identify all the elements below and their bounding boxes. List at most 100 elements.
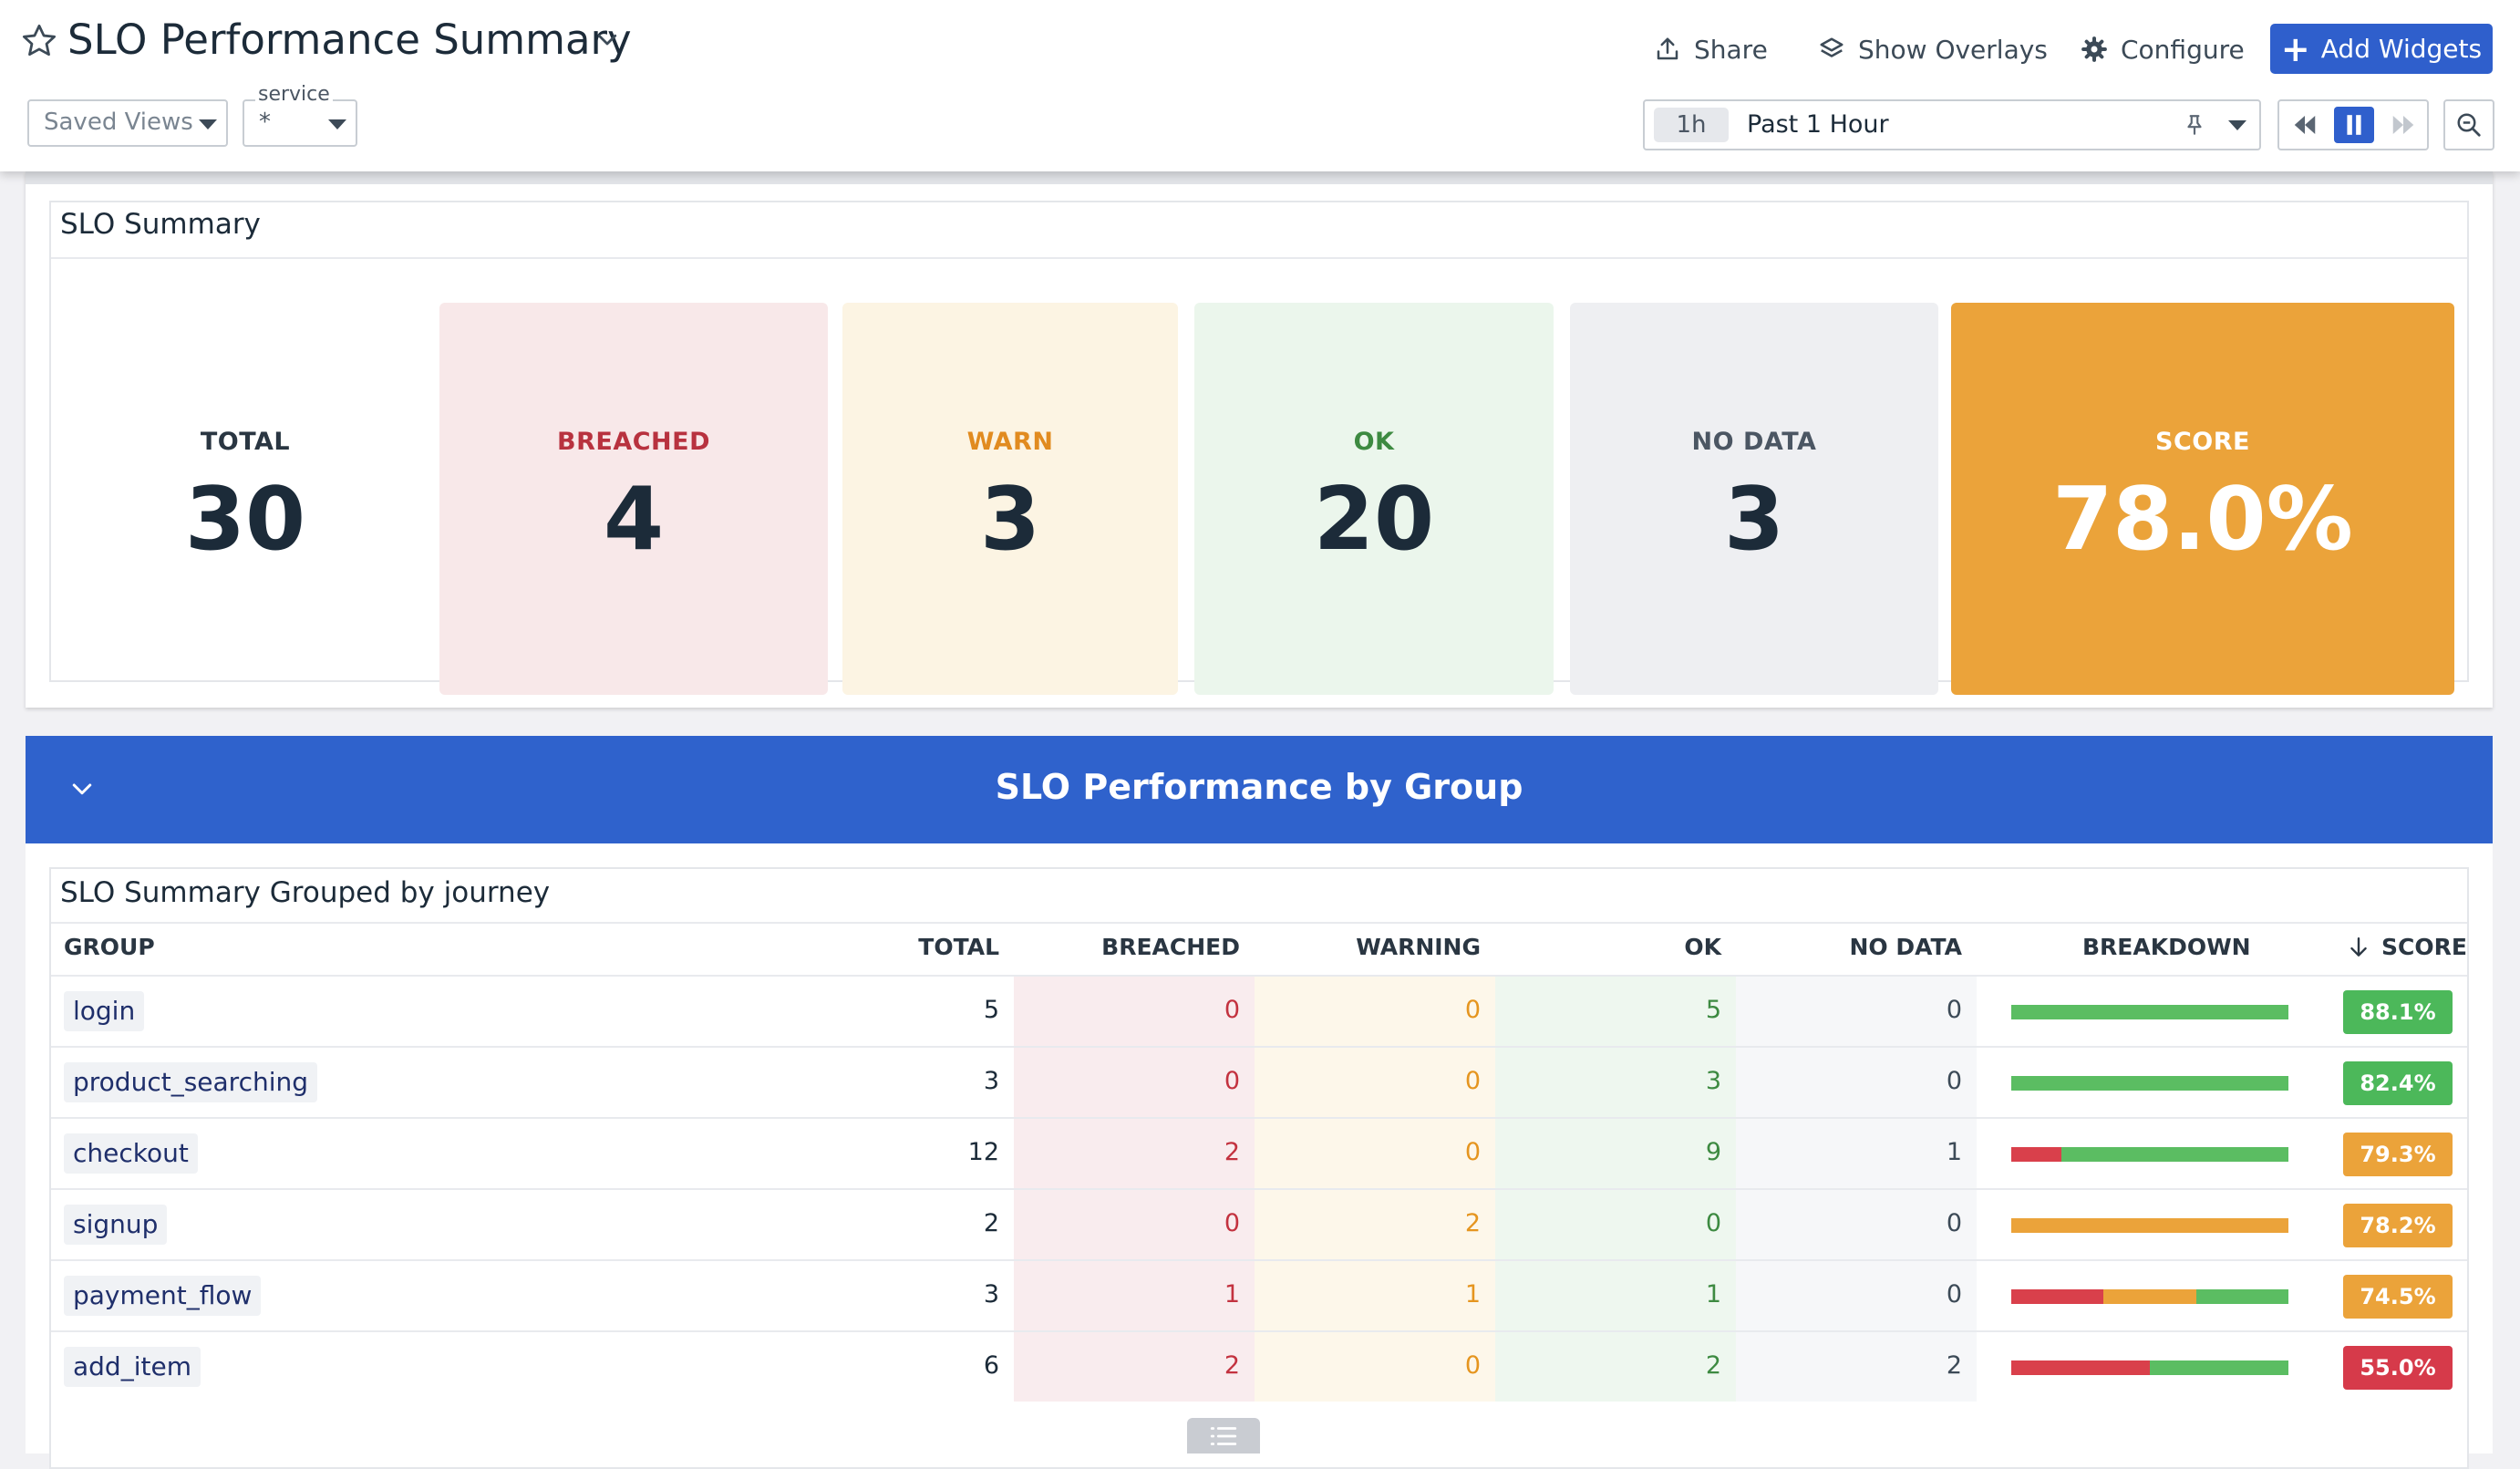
group-name-chip[interactable]: login xyxy=(64,991,145,1031)
drawer-handle[interactable] xyxy=(1187,1418,1260,1453)
breached-tile[interactable]: BREACHED 4 xyxy=(439,303,828,695)
list-icon xyxy=(1210,1426,1237,1445)
share-button[interactable]: Share xyxy=(1654,27,1768,71)
add-widgets-button[interactable]: + Add Widgets xyxy=(2270,24,2493,74)
service-filter-select[interactable]: * xyxy=(243,99,357,147)
total-tile[interactable]: TOTAL 30 xyxy=(55,303,436,695)
cell-total: 12 xyxy=(967,1138,999,1166)
cell-no-data: 0 xyxy=(1946,1280,1962,1309)
warn-label: WARN xyxy=(966,428,1054,456)
breakdown-segment-warning xyxy=(2103,1289,2196,1304)
ok-tile[interactable]: OK 20 xyxy=(1194,303,1554,695)
cell-ok: 9 xyxy=(1705,1138,1721,1166)
caret-down-icon xyxy=(328,119,346,129)
score-tile[interactable]: SCORE 78.0% xyxy=(1951,303,2454,695)
time-range-badge: 1h xyxy=(1654,108,1729,142)
warn-value: 3 xyxy=(979,470,1041,570)
column-header-breached[interactable]: BREACHED xyxy=(1054,934,1240,960)
column-header-score[interactable]: SCORE xyxy=(2347,934,2467,960)
pin-icon[interactable] xyxy=(2183,113,2206,137)
service-filter-value: * xyxy=(259,109,271,136)
zoom-out-button[interactable] xyxy=(2443,99,2494,150)
cell-total: 3 xyxy=(983,1280,999,1309)
breakdown-segment-ok xyxy=(2150,1360,2288,1375)
breakdown-segment-ok xyxy=(2011,1005,2288,1019)
cell-ok: 1 xyxy=(1705,1280,1721,1309)
rewind-icon xyxy=(2294,116,2316,134)
breached-value: 4 xyxy=(603,470,665,570)
cell-no-data: 0 xyxy=(1946,1067,1962,1095)
time-range-picker[interactable]: 1h Past 1 Hour xyxy=(1643,99,2261,150)
score-badge: 79.3% xyxy=(2343,1133,2453,1176)
cell-no-data: 0 xyxy=(1946,996,1962,1024)
breakdown-bar xyxy=(2011,1360,2288,1375)
group-name-chip[interactable]: product_searching xyxy=(64,1062,318,1102)
cell-ok: 2 xyxy=(1705,1351,1721,1380)
fast-forward-button[interactable] xyxy=(2383,107,2423,143)
configure-label: Configure xyxy=(2121,34,2245,65)
breakdown-segment-breached xyxy=(2011,1360,2150,1375)
table-row[interactable]: signup 2 0 2 0 0 78.2% xyxy=(51,1190,2467,1261)
group-name-chip[interactable]: signup xyxy=(64,1205,168,1245)
add-widgets-label: Add Widgets xyxy=(2320,34,2483,64)
slo-summary-widget: SLO Summary TOTAL 30 BREACHED 4 WARN 3 O… xyxy=(49,201,2469,695)
fast-forward-icon xyxy=(2392,116,2414,134)
column-header-group[interactable]: GROUP xyxy=(64,934,155,960)
pause-icon xyxy=(2347,115,2361,135)
pause-button[interactable] xyxy=(2334,107,2374,143)
breakdown-segment-warning xyxy=(2011,1218,2288,1233)
cell-no-data: 1 xyxy=(1946,1138,1962,1166)
cell-total: 5 xyxy=(983,996,999,1024)
gear-icon xyxy=(2081,36,2107,62)
share-label: Share xyxy=(1694,34,1768,65)
slo-grouped-widget: SLO Summary Grouped by journey GROUP TOT… xyxy=(49,867,2469,1469)
group-name-chip[interactable]: checkout xyxy=(64,1133,198,1174)
cell-breached: 0 xyxy=(1224,996,1240,1024)
warn-tile[interactable]: WARN 3 xyxy=(842,303,1178,695)
column-header-breakdown[interactable]: BREAKDOWN xyxy=(2082,934,2251,960)
breakdown-bar xyxy=(2011,1289,2288,1304)
column-header-no-data[interactable]: NO DATA xyxy=(1776,934,1963,960)
group-section-header[interactable]: SLO Performance by Group xyxy=(26,736,2493,843)
column-header-warning[interactable]: WARNING xyxy=(1295,934,1481,960)
arrow-down-icon xyxy=(2350,936,2367,957)
time-range-label: Past 1 Hour xyxy=(1747,110,1889,139)
score-badge: 88.1% xyxy=(2343,990,2453,1034)
show-overlays-button[interactable]: Show Overlays xyxy=(1818,27,2048,71)
configure-button[interactable]: Configure xyxy=(2081,27,2245,71)
no-data-tile[interactable]: NO DATA 3 xyxy=(1570,303,1938,695)
star-icon[interactable] xyxy=(20,22,58,60)
table-row[interactable]: add_item 6 2 0 2 2 55.0% xyxy=(51,1332,2467,1403)
caret-down-icon xyxy=(199,119,217,129)
upload-icon xyxy=(1657,37,1678,60)
cell-warning: 0 xyxy=(1464,996,1481,1024)
breakdown-bar xyxy=(2011,1147,2288,1162)
table-row[interactable]: payment_flow 3 1 1 1 0 74.5% xyxy=(51,1261,2467,1332)
widget-title: SLO Summary xyxy=(60,208,261,241)
column-header-ok[interactable]: OK xyxy=(1535,934,1721,960)
score-badge: 78.2% xyxy=(2343,1204,2453,1247)
service-filter-label: service xyxy=(255,83,333,106)
dashboard-header: SLO Performance Summary Share Show Overl… xyxy=(0,0,2520,171)
chevron-down-icon[interactable] xyxy=(594,26,621,53)
caret-down-icon[interactable] xyxy=(2228,120,2246,130)
table-row[interactable]: checkout 12 2 0 9 1 79.3% xyxy=(51,1119,2467,1190)
ok-value: 20 xyxy=(1313,470,1435,570)
table-row[interactable]: login 5 0 0 5 0 88.1% xyxy=(51,977,2467,1048)
group-section-body: SLO Summary Grouped by journey GROUP TOT… xyxy=(26,843,2493,1469)
rewind-button[interactable] xyxy=(2285,107,2325,143)
cell-warning: 1 xyxy=(1464,1280,1481,1309)
cell-total: 6 xyxy=(983,1351,999,1380)
group-name-chip[interactable]: payment_flow xyxy=(64,1276,262,1316)
zoom-out-icon xyxy=(2457,113,2481,137)
saved-views-select[interactable]: Saved Views xyxy=(27,99,228,147)
score-badge: 74.5% xyxy=(2343,1275,2453,1319)
table-row[interactable]: product_searching 3 0 0 3 0 82.4% xyxy=(51,1048,2467,1119)
group-name-chip[interactable]: add_item xyxy=(64,1347,201,1387)
column-header-total[interactable]: TOTAL xyxy=(872,934,999,960)
cell-breached: 1 xyxy=(1224,1280,1240,1309)
column-header-score-label: SCORE xyxy=(2381,934,2467,960)
no-data-label: NO DATA xyxy=(1691,428,1817,456)
score-value: 78.0% xyxy=(2052,470,2353,570)
breached-label: BREACHED xyxy=(557,428,710,456)
